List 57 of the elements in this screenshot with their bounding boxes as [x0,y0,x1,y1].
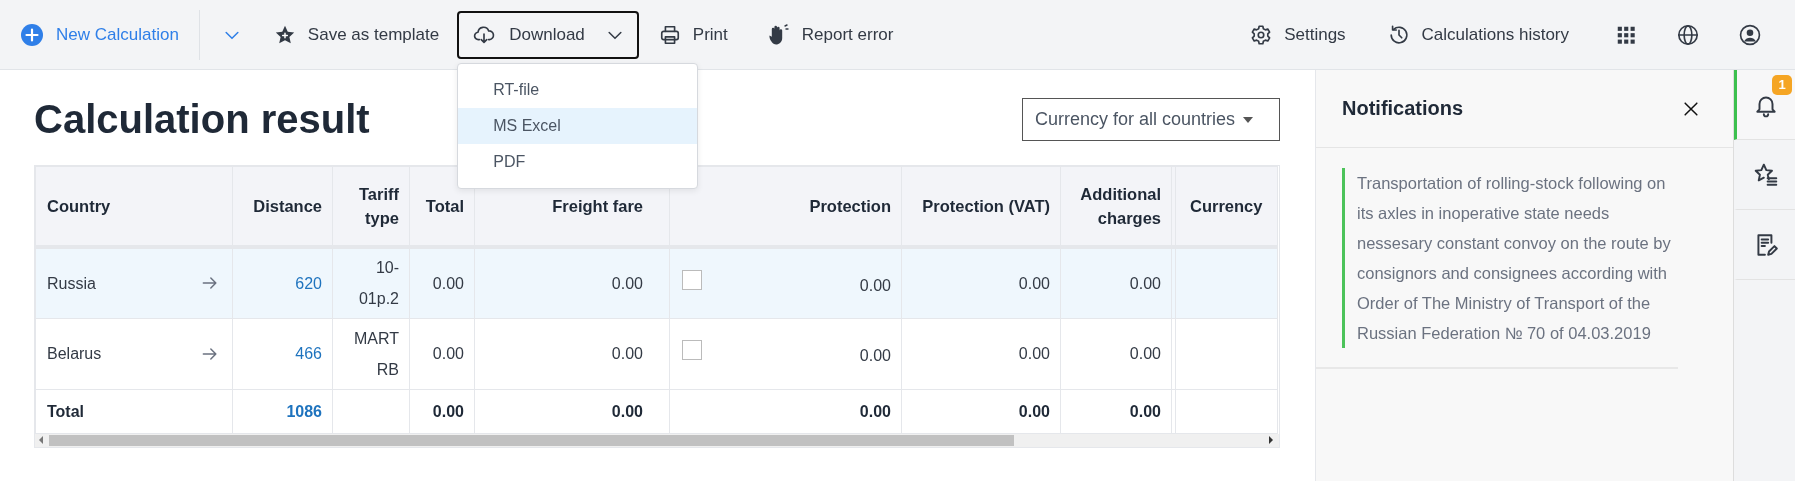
country-name: Belarus [47,344,102,364]
distance-link[interactable]: 1086 [286,402,322,420]
table-cell: 0.00 [901,389,1061,433]
column-header: Tariff type [332,166,410,247]
table-cell: 10-01p.2 [332,247,410,318]
new-calculation-button[interactable]: New Calculation [18,10,193,59]
save-template-button[interactable]: Save as template [259,10,454,59]
cloud-download-icon [473,23,496,46]
panel-title: Notifications [1342,97,1464,120]
table-cell: 0.00 [409,318,475,389]
settings-icon [1250,23,1273,46]
count-badge: 1 [1772,75,1792,95]
column-header: Currency [1175,166,1278,247]
plus-icon [20,22,44,47]
distance-link[interactable]: 466 [295,345,322,362]
column-header: Protection [669,166,902,247]
column-header: Distance [232,166,333,247]
report-error-button[interactable]: Report error [751,10,908,59]
checkbox[interactable] [682,340,702,360]
caret-icon [1243,116,1254,123]
table-cell: 0.00 [409,389,475,433]
print-button[interactable]: Print [644,10,742,59]
table-cell: 0.00 [474,318,670,389]
star-list-icon [1753,161,1780,188]
country-name: Russia [47,273,96,294]
column-header: Country [35,166,233,247]
column-header: Protection (VAT) [901,166,1061,247]
calculations-history-button[interactable]: Calculations history [1373,10,1583,59]
table-cell: 0.00 [1060,318,1172,389]
table-cell: 0.00 [409,247,475,318]
checkbox[interactable] [682,269,702,290]
download-button[interactable]: Download [457,10,639,59]
user-icon [1739,23,1761,46]
distance-link[interactable]: 620 [295,274,322,292]
history-icon [1387,23,1410,46]
settings-button[interactable]: Settings [1236,10,1360,59]
table-cell: 0.00 [669,389,902,433]
notification-message: Transportation of rolling-stock following on its axles in inoperative state needs nessesary constant convoy on the route by consignors and consignees according with Order of The Ministry of Transport of the Russian Federation № 70 of 04.03.2019 [1342,168,1678,348]
table-row[interactable]: Belarus 466 MART RB 0.00 0.00 0.00 0.00 0.00 [35,318,1278,389]
currency-select[interactable]: Currency for all countries [1022,98,1280,141]
table-cell: 0.00 [901,318,1061,389]
menu-item[interactable]: RT-file [458,71,698,108]
column-header: Additional charges [1060,166,1172,247]
table-cell-text: 0.00 [859,346,891,366]
table-cell: 0.00 [1060,389,1172,433]
table-cell: Total [35,389,233,433]
table-cell: 0.00 [1060,247,1172,318]
globe-icon [1677,23,1699,46]
table-row[interactable]: Russia 620 10-01p.2 0.00 0.00 0.00 0.00 0.00 [35,247,1278,318]
menu-item[interactable]: MS Excel [458,107,698,144]
table-cell: 0.00 [474,389,670,433]
page-title: Calculation result [34,97,370,142]
printer-icon [658,23,681,46]
table-cell: 0.00 [474,247,670,318]
table-cell: 0.00 [901,247,1061,318]
table-cell-text: 0.00 [859,275,891,296]
table-cell: MART RB [332,318,410,389]
